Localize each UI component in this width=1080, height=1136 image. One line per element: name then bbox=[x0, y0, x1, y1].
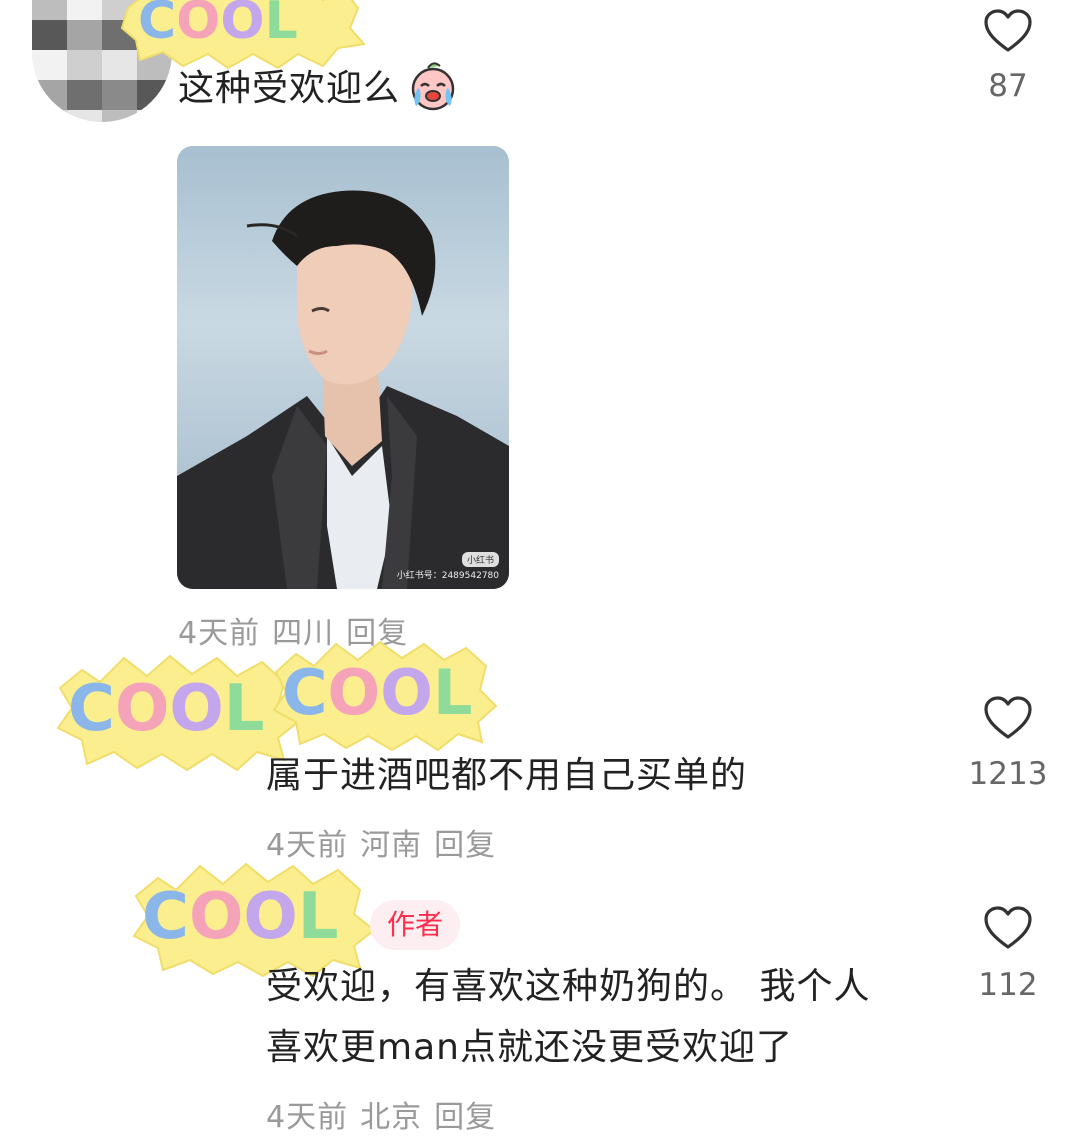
svg-text:COOL: COOL bbox=[138, 0, 298, 51]
avatar-pixel bbox=[32, 110, 67, 122]
like-heart-icon[interactable] bbox=[983, 695, 1033, 741]
comment-location: 北京 bbox=[360, 1100, 423, 1135]
avatar-pixel bbox=[102, 110, 137, 122]
like-count: 1213 bbox=[968, 756, 1048, 792]
svg-text:COOL: COOL bbox=[68, 672, 265, 746]
watermark-text: 小红书号：2489542780 bbox=[396, 571, 499, 581]
like-heart-icon[interactable] bbox=[983, 905, 1033, 951]
like-count: 112 bbox=[978, 967, 1038, 1003]
like-heart-icon[interactable] bbox=[983, 8, 1033, 54]
avatar-pixel bbox=[32, 80, 67, 110]
avatar-pixel bbox=[32, 0, 67, 20]
avatar-pixel bbox=[67, 20, 102, 50]
avatar-pixel bbox=[102, 80, 137, 110]
reply-button[interactable]: 回复 bbox=[434, 1100, 496, 1135]
author-badge: 作者 bbox=[370, 900, 460, 950]
cool-sticker: COOL bbox=[268, 636, 498, 752]
like-count: 87 bbox=[988, 68, 1028, 104]
avatar-pixel bbox=[67, 80, 102, 110]
avatar-pixel bbox=[32, 20, 67, 50]
avatar-pixel bbox=[137, 110, 172, 122]
comment-time: 4天前 bbox=[178, 616, 261, 651]
comment-text: 喜欢更man点就还没更受欢迎了 bbox=[266, 1027, 793, 1068]
comment-meta: 4天前 北京 回复 bbox=[266, 1092, 508, 1136]
comment-text: 这种受欢迎么 bbox=[178, 68, 401, 109]
watermark-logo: 小红书 bbox=[461, 552, 499, 567]
avatar-pixel bbox=[67, 0, 102, 20]
comment-image[interactable]: 小红书 小红书号：2489542780 bbox=[177, 146, 509, 589]
crying-face-emoji-icon bbox=[406, 58, 460, 112]
avatar-pixel bbox=[137, 80, 172, 110]
avatar-pixel bbox=[67, 50, 102, 80]
comment-text: 属于进酒吧都不用自己买单的 bbox=[266, 755, 748, 796]
svg-text:COOL: COOL bbox=[282, 656, 472, 729]
avatar-pixel bbox=[32, 50, 67, 80]
svg-text:COOL: COOL bbox=[142, 880, 339, 954]
cool-sticker[interactable]: COOL bbox=[52, 648, 302, 772]
comment-time: 4天前 bbox=[266, 1100, 349, 1135]
comment-text: 受欢迎，有喜欢这种奶狗的。 我个人 bbox=[266, 966, 871, 1007]
avatar-pixel bbox=[67, 110, 102, 122]
reply-button[interactable]: 回复 bbox=[434, 828, 496, 863]
